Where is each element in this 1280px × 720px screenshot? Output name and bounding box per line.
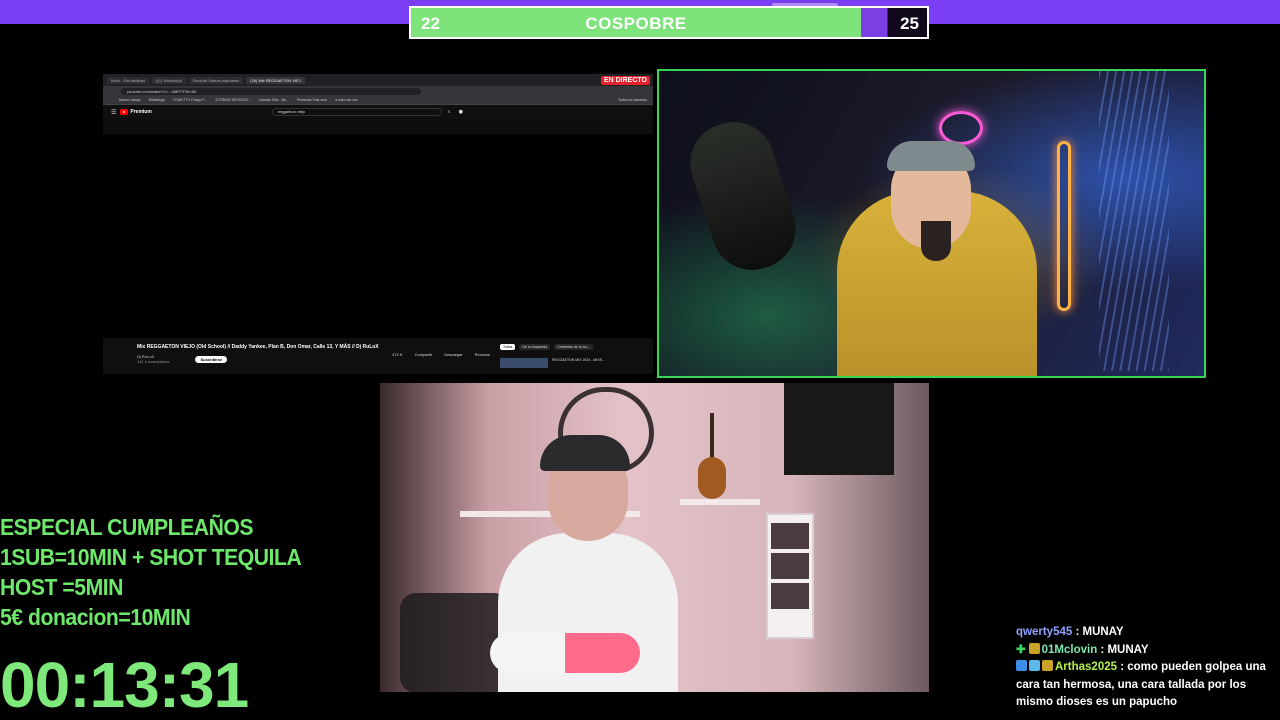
moderator-badge-icon — [1016, 660, 1027, 671]
ukulele — [698, 413, 726, 499]
promo-line: 1SUB=10MIN + SHOT TEQUILA — [0, 544, 302, 570]
video-title: Mix REGGAETON VIEJO (Old School) // Dadd… — [137, 344, 379, 350]
share-button[interactable]: Compartir — [415, 352, 433, 357]
clip-button[interactable]: Recortar — [475, 352, 490, 357]
chat-message: ✚ 01Mclovin : MUNAY — [1016, 642, 1280, 660]
chip-all[interactable]: Todos — [500, 344, 516, 350]
browser-tab[interactable]: Reciclar Videos populares — [188, 76, 244, 84]
bookmark[interactable]: Cazado 20to - Bo... — [259, 98, 289, 102]
chat-username: qwerty545 — [1016, 626, 1073, 638]
download-button[interactable]: Descargar — [444, 352, 462, 357]
youtube-header: ☰ Premium reggaeton viejo ⌕ ● — [103, 105, 653, 119]
ukulele-neck — [710, 413, 714, 463]
bookmark[interactable]: YOUR TTV Fuego F... — [173, 98, 207, 102]
recommended-video[interactable]: REGGAETON MIX 2024 - MIXE... — [500, 358, 653, 368]
promo-line: 5€ donacion=10MIN — [0, 604, 191, 630]
chat-text: : MUNAY — [1097, 643, 1149, 656]
crown-badge-icon — [1042, 660, 1053, 671]
microphone — [490, 633, 640, 673]
streamer-cap — [887, 141, 975, 171]
fake-beard — [921, 221, 951, 261]
filter-chips: Todos De tu búsqueda Contenido de tu au.… — [500, 344, 653, 350]
chat-text: : MUNAY — [1072, 626, 1124, 638]
like-button[interactable]: 472 K — [392, 352, 402, 357]
video-actions: 472 K Compartir Descargar Recortar — [392, 352, 490, 357]
browser-tab[interactable]: ((1) WhatsApp — [152, 76, 186, 84]
chat-username: Arthas2025 — [1055, 661, 1118, 673]
url-field[interactable]: youtube.com/watch?v=...d8EF7P&t=85 — [121, 87, 421, 95]
right-score: 25 — [900, 14, 919, 33]
bookmark[interactable]: a nuev ser tue — [335, 98, 357, 102]
drawer — [771, 553, 809, 579]
youtube-logo-text: Premium — [130, 109, 152, 115]
subscriber-badge-icon — [1029, 660, 1040, 671]
youtube-play-icon — [120, 109, 129, 115]
chat-text: : como pueden golpea una cara tan hermos… — [1016, 661, 1266, 708]
string-lights — [1099, 71, 1169, 371]
mic-icon[interactable]: ● — [459, 109, 463, 115]
search-icon[interactable]: ⌕ — [448, 109, 451, 115]
chip[interactable]: De tu búsqueda — [519, 344, 551, 350]
wall-tv — [784, 383, 894, 475]
browser-tab[interactable]: Inicio - Est.dadipau — [107, 76, 150, 84]
neon-planet-sign — [939, 111, 983, 145]
neon-tube-light — [1057, 141, 1071, 311]
video-info: Mix REGGAETON VIEJO (Old School) // Dadd… — [103, 338, 498, 374]
youtube-logo[interactable]: Premium — [120, 109, 152, 115]
subscribe-button[interactable]: Suscribirse — [195, 355, 228, 363]
recommended-title: REGGAETON MIX 2024 - MIXE... — [552, 358, 605, 362]
youtube-search-input[interactable]: reggaeton viejo — [271, 108, 442, 116]
drawer — [771, 583, 809, 609]
ukulele-body — [698, 457, 726, 499]
chat-message: qwerty545 : MUNAY — [1016, 624, 1280, 642]
chip[interactable]: Contenido de tu au... — [554, 344, 593, 350]
bookmark-all[interactable]: Todos los favoritos — [618, 98, 647, 102]
drawer-cabinet — [766, 513, 814, 639]
chat-username: 01Mclovin — [1041, 643, 1098, 656]
crown-badge-icon — [1028, 642, 1040, 654]
bookmark[interactable]: Nuevo campo — [119, 98, 141, 102]
promo-line: HOST =5MIN — [0, 574, 123, 600]
menu-icon[interactable]: ☰ — [111, 109, 116, 116]
youtube-video-player[interactable] — [103, 134, 653, 338]
recommendations: Todos De tu búsqueda Contenido de tu au.… — [498, 338, 653, 374]
address-bar: youtube.com/watch?v=...d8EF7P&t=85 — [103, 86, 653, 96]
microphone — [679, 111, 807, 281]
browser-tab-strip: Inicio - Est.dadipau ((1) WhatsApp Recic… — [103, 74, 653, 86]
channel-subs: 141 k suscriptores — [137, 359, 170, 364]
bookmark[interactable]: TOTRING DEVOS23... — [215, 98, 251, 102]
promo-line: ESPECIAL CUMPLEAÑOS — [0, 514, 254, 540]
wall-shelf — [680, 499, 760, 505]
live-badge: EN DIRECTO — [600, 75, 650, 85]
webcam-streamer-2 — [380, 383, 929, 692]
bookmark[interactable]: WhatsApp — [149, 98, 165, 102]
recommended-thumbnail — [500, 358, 548, 368]
score-bar: 22 COSPOBRE 25 — [409, 6, 929, 39]
streamer-cap — [540, 435, 630, 471]
score-title: COSPOBRE — [585, 14, 687, 33]
birthday-special-overlay: ESPECIAL CUMPLEAÑOS 1SUB=10MIN + SHOT TE… — [0, 512, 360, 632]
drawer — [771, 523, 809, 549]
bookmark[interactable]: Prosesdo Fust sour — [297, 98, 327, 102]
channel-name[interactable]: Dj RuLoX 141 k suscriptores — [137, 354, 169, 364]
browser-capture: Inicio - Est.dadipau ((1) WhatsApp Recic… — [103, 74, 653, 374]
chat-message: Arthas2025 : como pueden golpea una cara… — [1016, 659, 1280, 712]
bookmarks-bar: Nuevo campo WhatsApp YOUR TTV Fuego F...… — [103, 96, 653, 105]
subathon-timer: 00:13:31 — [0, 649, 249, 720]
browser-tab-active[interactable]: (26) Mix REGGAETON VIEJ — [246, 76, 305, 84]
chat-overlay: qwerty545 : MUNAY ✚ 01Mclovin : MUNAY Art… — [1016, 624, 1280, 712]
plus-badge-icon: ✚ — [1016, 643, 1026, 656]
webcam-streamer-1 — [657, 69, 1206, 378]
